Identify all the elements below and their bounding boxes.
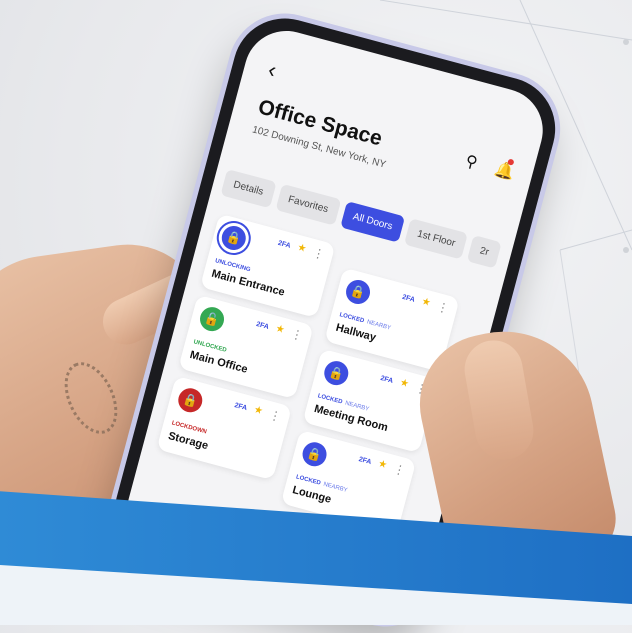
tab-2nd-floor[interactable]: 2r bbox=[466, 235, 502, 269]
more-options-icon[interactable]: ⋮ bbox=[311, 245, 326, 262]
favorite-star-icon[interactable]: ★ bbox=[253, 404, 265, 417]
lock-icon: 🔒 bbox=[219, 223, 249, 253]
tab-favorites[interactable]: Favorites bbox=[275, 183, 342, 226]
favorite-star-icon[interactable]: ★ bbox=[420, 296, 432, 309]
more-options-icon[interactable]: ⋮ bbox=[289, 326, 304, 343]
lock-icon: 🔒 bbox=[299, 439, 330, 469]
unlock-icon: 🔓 bbox=[197, 304, 227, 334]
2fa-badge: 2FA bbox=[277, 239, 292, 250]
favorite-star-icon[interactable]: ★ bbox=[399, 377, 411, 390]
door-name: Main Office bbox=[188, 348, 249, 376]
favorite-star-icon[interactable]: ★ bbox=[274, 323, 286, 336]
2fa-badge: 2FA bbox=[401, 293, 416, 304]
search-icon[interactable]: ⚲ bbox=[463, 151, 479, 173]
favorite-star-icon[interactable]: ★ bbox=[377, 458, 389, 471]
tab-all-doors[interactable]: All Doors bbox=[339, 201, 406, 243]
2fa-badge: 2FA bbox=[233, 402, 248, 413]
tab-1st-floor[interactable]: 1st Floor bbox=[404, 218, 469, 260]
lock-icon: 🔒 bbox=[175, 385, 205, 415]
more-options-icon[interactable]: ⋮ bbox=[392, 461, 407, 478]
more-options-icon[interactable]: ⋮ bbox=[268, 407, 283, 424]
chevron-left-icon[interactable]: ‹ bbox=[265, 57, 280, 84]
tab-details[interactable]: Details bbox=[220, 169, 277, 209]
favorite-star-icon[interactable]: ★ bbox=[296, 242, 308, 255]
lock-icon: 🔒 bbox=[321, 358, 351, 388]
2fa-badge: 2FA bbox=[357, 456, 373, 467]
more-options-icon[interactable]: ⋮ bbox=[435, 299, 450, 316]
2fa-badge: 2FA bbox=[255, 320, 270, 331]
lock-icon: 🔒 bbox=[343, 277, 373, 307]
2fa-badge: 2FA bbox=[379, 374, 394, 385]
